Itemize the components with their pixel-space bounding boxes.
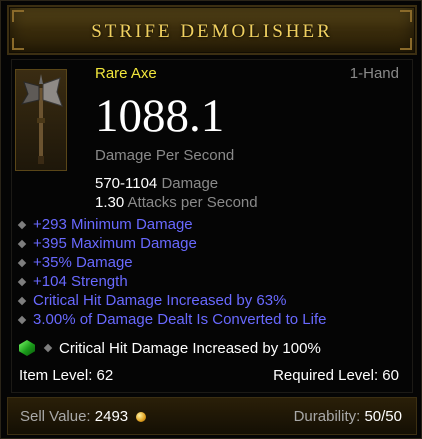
bullet-icon: [43, 343, 53, 353]
attack-speed-label: Attacks per Second: [127, 194, 258, 211]
affix-text: Critical Hit Damage Increased by 63%: [33, 292, 287, 309]
affix-line: Critical Hit Damage Increased by 63%: [17, 292, 287, 309]
socket-text: Critical Hit Damage Increased by 100%: [59, 339, 321, 357]
sell-value: Sell Value: 2493: [20, 408, 147, 425]
affix-line: 3.00% of Damage Dealt Is Converted to Li…: [17, 311, 327, 328]
bullet-icon: [17, 277, 27, 286]
item-level: Item Level: 62: [19, 367, 114, 384]
item-tooltip: STRIFE DEMOLISHER Rare Axe 1-Hand 1088.1…: [0, 0, 422, 439]
item-type: Rare Axe: [95, 65, 157, 82]
affix-line: +293 Minimum Damage: [17, 216, 193, 233]
attack-speed: 1.30: [95, 194, 125, 211]
tooltip-footer: Sell Value: 2493 Durability: 50/50: [7, 397, 417, 435]
affix-line: +395 Maximum Damage: [17, 235, 197, 252]
bullet-icon: [17, 296, 27, 305]
emerald-gem-icon: [19, 340, 35, 356]
item-title-bar: STRIFE DEMOLISHER: [7, 5, 417, 55]
affix-text: 3.00% of Damage Dealt Is Converted to Li…: [33, 311, 327, 328]
sell-value-amount: 2493: [94, 408, 129, 425]
durability: Durability: 50/50: [294, 408, 402, 425]
affix-line: +104 Strength: [17, 273, 128, 290]
damage-label: Damage: [161, 175, 219, 192]
required-level: Required Level: 60: [273, 367, 399, 384]
durability-label: Durability:: [293, 408, 361, 425]
affix-text: +293 Minimum Damage: [33, 216, 193, 233]
item-slot: 1-Hand: [349, 65, 399, 82]
bullet-icon: [17, 258, 27, 267]
dps-value: 1088.1: [95, 90, 225, 142]
damage-range-line: 570-1104 Damage: [95, 175, 218, 192]
affix-text: +35% Damage: [33, 254, 133, 271]
item-name: STRIFE DEMOLISHER: [91, 21, 333, 42]
socket-line: Critical Hit Damage Increased by 100%: [19, 337, 321, 359]
affix-text: +104 Strength: [33, 273, 128, 290]
bullet-icon: [17, 220, 27, 229]
attack-speed-line: 1.30 Attacks per Second: [95, 194, 258, 211]
sell-value-label: Sell Value:: [20, 408, 91, 425]
bullet-icon: [17, 239, 27, 248]
damage-range: 570-1104: [95, 175, 158, 192]
affix-text: +395 Maximum Damage: [33, 235, 197, 252]
dps-label: Damage Per Second: [95, 147, 235, 164]
gold-coin-icon: [136, 412, 147, 423]
axe-icon: [15, 69, 67, 171]
bullet-icon: [17, 315, 27, 324]
durability-value: 50/50: [364, 408, 402, 425]
affix-line: +35% Damage: [17, 254, 133, 271]
